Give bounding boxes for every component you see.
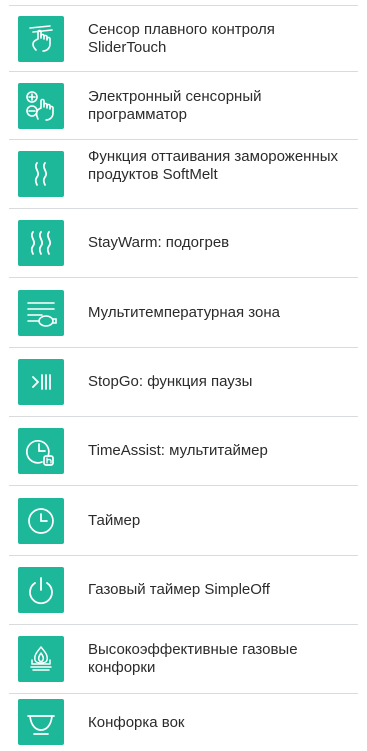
feature-row-staywarm: StayWarm: подогрев [9, 209, 358, 278]
feature-row-programmer: Электронный сенсорный программатор [9, 72, 358, 140]
feature-row-softmelt: Функция оттаивания замороженных продукто… [9, 140, 358, 209]
stopgo-pause-icon [18, 359, 64, 405]
feature-label: Сенсор плавного контроля SliderTouch [88, 21, 275, 56]
feature-list: Сенсор плавного контроля SliderTouch Эле… [0, 0, 367, 751]
feature-label: StayWarm: подогрев [88, 234, 230, 251]
feature-label: Мультитемпературная зона [88, 304, 280, 321]
multitemperature-zone-icon [18, 290, 64, 336]
feature-label: Таймер [88, 512, 141, 529]
staywarm-waves-icon [18, 220, 64, 266]
feature-row-multizone: Мультитемпературная зона [9, 278, 358, 348]
timeassist-clock-icon [18, 428, 64, 474]
wok-burner-icon [18, 699, 64, 745]
feature-label: Газовый таймер SimpleOff [88, 581, 270, 598]
softmelt-waves-icon [18, 151, 64, 197]
feature-row-wok: Конфорка вок [9, 694, 358, 751]
feature-row-timer: Таймер [9, 486, 358, 556]
feature-label: Электронный сенсорный программатор [88, 88, 262, 123]
feature-label: Высокоэффективные газовые конфорки [88, 641, 298, 676]
timer-clock-icon [18, 498, 64, 544]
feature-row-slidertouch: Сенсор плавного контроля SliderTouch [9, 5, 358, 72]
feature-label: Конфорка вок [88, 714, 185, 731]
feature-label: StopGo: функция паузы [88, 373, 253, 390]
feature-row-simpleoff: Газовый таймер SimpleOff [9, 556, 358, 625]
feature-label: Функция оттаивания замороженных продукто… [88, 148, 339, 183]
gas-burner-flame-icon [18, 636, 64, 682]
feature-label: TimeAssist: мультитаймер [88, 442, 268, 459]
slider-touch-icon [18, 16, 64, 62]
feature-row-stopgo: StopGo: функция паузы [9, 348, 358, 417]
feature-row-timeassist: TimeAssist: мультитаймер [9, 417, 358, 486]
gas-timer-power-icon [18, 567, 64, 613]
feature-row-gas-burners: Высокоэффективные газовые конфорки [9, 625, 358, 694]
touch-programmer-icon [18, 83, 64, 129]
